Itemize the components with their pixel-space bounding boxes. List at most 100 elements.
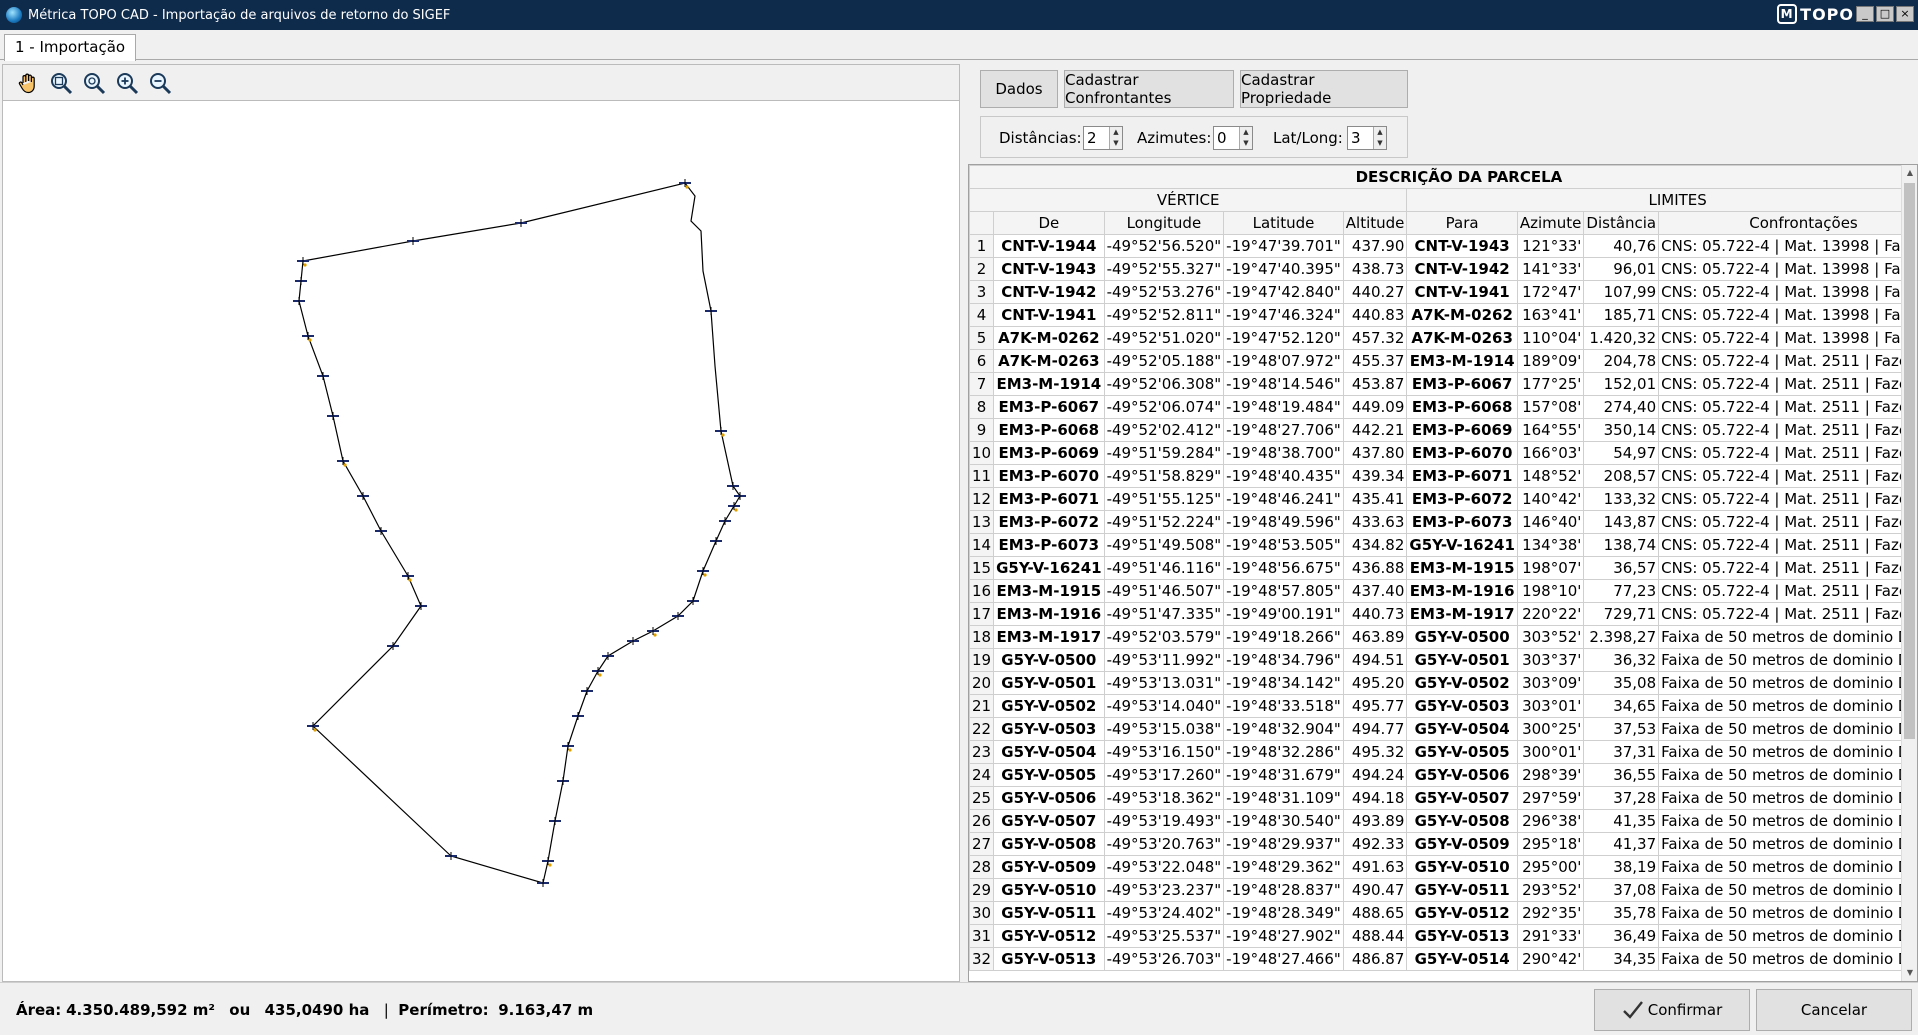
cell-de[interactable]: CNT-V-1941 (993, 303, 1105, 327)
column-header-latitude[interactable]: Latitude (1223, 211, 1344, 235)
cell-longitude[interactable]: -49°51'49.508" (1103, 533, 1225, 557)
cell-para[interactable]: EM3-P-6068 (1406, 395, 1518, 419)
cell-latitude[interactable]: -19°48'28.349" (1223, 901, 1344, 925)
cell-latitude[interactable]: -19°48'30.540" (1223, 809, 1344, 833)
azimutes-spinner[interactable]: 0 ▲ ▼ (1213, 126, 1253, 150)
row-index[interactable]: 24 (969, 763, 995, 787)
row-index[interactable]: 4 (969, 303, 995, 327)
cell-distancia[interactable]: 54,97 (1583, 441, 1660, 465)
cell-azimute[interactable]: 198°10' (1516, 579, 1585, 603)
cell-para[interactable]: G5Y-V-0500 (1406, 625, 1518, 649)
cell-confrontacoes[interactable]: CNS: 05.722-4 | Mat. 2511 | Fazenda (1658, 556, 1917, 580)
cell-para[interactable]: EM3-P-6069 (1406, 418, 1518, 442)
cell-para[interactable]: A7K-M-0263 (1406, 326, 1518, 350)
cell-longitude[interactable]: -49°53'18.362" (1103, 786, 1225, 810)
cell-latitude[interactable]: -19°48'28.837" (1223, 878, 1344, 902)
cell-latitude[interactable]: -19°48'19.484" (1223, 395, 1344, 419)
table-row[interactable]: 29 G5Y-V-0510 -49°53'23.237" -19°48'28.837"… (969, 878, 1917, 902)
cell-altitude[interactable]: 439.34 (1342, 464, 1408, 488)
cell-altitude[interactable]: 440.83 (1342, 303, 1408, 327)
cell-de[interactable]: G5Y-V-0507 (993, 809, 1105, 833)
cell-confrontacoes[interactable]: Faixa de 50 metros de dominio DER (1658, 832, 1917, 856)
cell-confrontacoes[interactable]: Faixa de 50 metros de dominio DER (1658, 924, 1917, 948)
cell-altitude[interactable]: 434.82 (1342, 533, 1408, 557)
table-row[interactable]: 27 G5Y-V-0508 -49°53'20.763" -19°48'29.937"… (969, 832, 1917, 856)
row-index[interactable]: 23 (969, 740, 995, 764)
cell-azimute[interactable]: 121°33' (1516, 234, 1585, 258)
cell-altitude[interactable]: 437.90 (1342, 234, 1408, 258)
row-index[interactable]: 7 (969, 372, 995, 396)
table-row[interactable]: 12 EM3-P-6071 -49°51'55.125" -19°48'46.241"… (969, 487, 1917, 511)
cell-distancia[interactable]: 185,71 (1583, 303, 1660, 327)
cell-longitude[interactable]: -49°51'46.116" (1103, 556, 1225, 580)
confirm-button[interactable]: Confirmar (1594, 989, 1750, 1031)
cell-altitude[interactable]: 435.41 (1342, 487, 1408, 511)
cell-de[interactable]: EM3-P-6072 (993, 510, 1105, 534)
cell-longitude[interactable]: -49°53'24.402" (1103, 901, 1225, 925)
column-header-de[interactable]: De (993, 211, 1105, 235)
cell-azimute[interactable]: 198°07' (1516, 556, 1585, 580)
cell-longitude[interactable]: -49°52'06.074" (1103, 395, 1225, 419)
cell-azimute[interactable]: 166°03' (1516, 441, 1585, 465)
cell-longitude[interactable]: -49°53'13.031" (1103, 671, 1225, 695)
table-row[interactable]: 17 EM3-M-1916 -49°51'47.335" -19°49'00.191"… (969, 602, 1917, 626)
cell-altitude[interactable]: 490.47 (1342, 878, 1408, 902)
row-index[interactable]: 15 (969, 556, 995, 580)
row-index[interactable]: 22 (969, 717, 995, 741)
cell-azimute[interactable]: 110°04' (1516, 326, 1585, 350)
cell-de[interactable]: EM3-P-6067 (993, 395, 1105, 419)
cell-azimute[interactable]: 140°42' (1516, 487, 1585, 511)
cell-altitude[interactable]: 442.21 (1342, 418, 1408, 442)
table-row[interactable]: 9 EM3-P-6068 -49°52'02.412" -19°48'27.706" 4… (969, 418, 1917, 442)
row-index[interactable]: 20 (969, 671, 995, 695)
cell-altitude[interactable]: 455.37 (1342, 349, 1408, 373)
cell-azimute[interactable]: 134°38' (1516, 533, 1585, 557)
cell-distancia[interactable]: 37,28 (1583, 786, 1660, 810)
row-index[interactable]: 1 (969, 234, 995, 258)
cell-para[interactable]: CNT-V-1941 (1406, 280, 1518, 304)
cell-de[interactable]: CNT-V-1942 (993, 280, 1105, 304)
cell-de[interactable]: EM3-P-6069 (993, 441, 1105, 465)
table-row[interactable]: 13 EM3-P-6072 -49°51'52.224" -19°48'49.596"… (969, 510, 1917, 534)
cell-para[interactable]: EM3-P-6070 (1406, 441, 1518, 465)
cell-latitude[interactable]: -19°47'52.120" (1223, 326, 1344, 350)
row-index[interactable]: 9 (969, 418, 995, 442)
table-row[interactable]: 22 G5Y-V-0503 -49°53'15.038" -19°48'32.904"… (969, 717, 1917, 741)
cell-distancia[interactable]: 40,76 (1583, 234, 1660, 258)
cell-azimute[interactable]: 164°55' (1516, 418, 1585, 442)
cell-longitude[interactable]: -49°51'58.829" (1103, 464, 1225, 488)
table-scrollbar[interactable]: ▲ ▼ (1901, 165, 1917, 981)
cell-confrontacoes[interactable]: CNS: 05.722-4 | Mat. 2511 | Fazenda (1658, 349, 1917, 373)
row-index[interactable]: 3 (969, 280, 995, 304)
row-index[interactable]: 32 (969, 947, 995, 971)
column-header-para[interactable]: Para (1406, 211, 1518, 235)
zoom-in-icon[interactable] (114, 70, 140, 96)
cell-confrontacoes[interactable]: CNS: 05.722-4 | Mat. 2511 | Fazenda (1658, 418, 1917, 442)
cell-para[interactable]: CNT-V-1943 (1406, 234, 1518, 258)
cell-distancia[interactable]: 36,55 (1583, 763, 1660, 787)
cell-para[interactable]: EM3-M-1914 (1406, 349, 1518, 373)
cell-de[interactable]: G5Y-V-0500 (993, 648, 1105, 672)
cell-para[interactable]: EM3-P-6067 (1406, 372, 1518, 396)
cell-distancia[interactable]: 41,35 (1583, 809, 1660, 833)
hand-pan-icon[interactable] (15, 70, 41, 96)
spinner-arrows-icon[interactable]: ▲ ▼ (1239, 127, 1252, 149)
cell-distancia[interactable]: 2.398,27 (1583, 625, 1660, 649)
cell-longitude[interactable]: -49°51'46.507" (1103, 579, 1225, 603)
row-index[interactable]: 30 (969, 901, 995, 925)
cell-azimute[interactable]: 148°52' (1516, 464, 1585, 488)
cell-latitude[interactable]: -19°47'42.840" (1223, 280, 1344, 304)
cell-altitude[interactable]: 453.87 (1342, 372, 1408, 396)
cell-azimute[interactable]: 303°09' (1516, 671, 1585, 695)
cell-altitude[interactable]: 492.33 (1342, 832, 1408, 856)
cell-latitude[interactable]: -19°47'39.701" (1223, 234, 1344, 258)
table-row[interactable]: 3 CNT-V-1942 -49°52'53.276" -19°47'42.840" 4… (969, 280, 1917, 304)
cell-confrontacoes[interactable]: Faixa de 50 metros de dominio DER (1658, 878, 1917, 902)
cell-de[interactable]: CNT-V-1944 (993, 234, 1105, 258)
cell-azimute[interactable]: 303°52' (1516, 625, 1585, 649)
cell-confrontacoes[interactable]: CNS: 05.722-4 | Mat. 2511 | Fazenda (1658, 533, 1917, 557)
row-index[interactable]: 14 (969, 533, 995, 557)
cell-latitude[interactable]: -19°49'18.266" (1223, 625, 1344, 649)
cell-confrontacoes[interactable]: Faixa de 50 metros de dominio DER (1658, 740, 1917, 764)
cell-altitude[interactable]: 494.51 (1342, 648, 1408, 672)
